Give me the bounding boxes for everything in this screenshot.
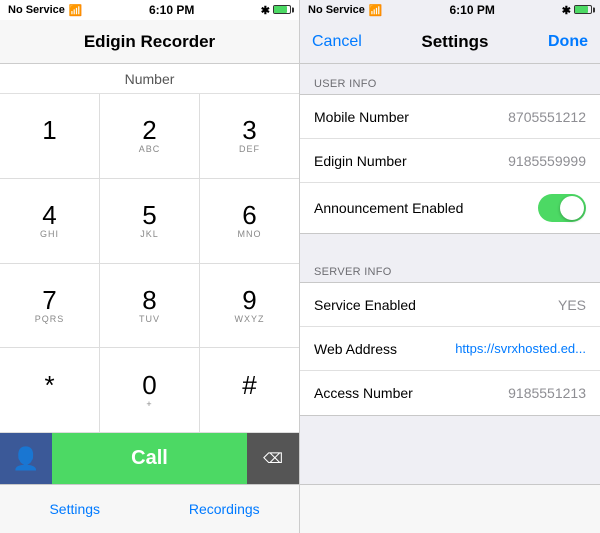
key-hash[interactable]: # (200, 348, 299, 432)
right-wifi-icon: 📶 (369, 4, 383, 17)
key-8[interactable]: 8 TUV (100, 264, 200, 348)
announcement-enabled-label: Announcement Enabled (314, 200, 463, 216)
tab-recordings[interactable]: Recordings (150, 501, 300, 517)
left-time: 6:10 PM (149, 3, 194, 17)
toggle-thumb (560, 196, 584, 220)
key-9[interactable]: 9 WXYZ (200, 264, 299, 348)
access-number-label: Access Number (314, 385, 413, 401)
dialpad-row-3: 7 PQRS 8 TUV 9 WXYZ (0, 264, 299, 349)
left-tab-bar: Settings Recordings (0, 484, 299, 533)
web-address-row: Web Address https://svrxhosted.ed... (300, 327, 600, 371)
edigin-number-row: Edigin Number 9185559999 (300, 139, 600, 183)
key-star[interactable]: * (0, 348, 100, 432)
dialpad: 1 2 ABC 3 DEF 4 GHI 5 JKL 6 MN (0, 94, 299, 432)
service-enabled-value: YES (558, 297, 586, 313)
settings-body: USER INFO Mobile Number 8705551212 Edigi… (300, 64, 600, 484)
server-info-section-header: SERVER INFO (300, 252, 600, 282)
mobile-number-label: Mobile Number (314, 109, 409, 125)
dialpad-row-2: 4 GHI 5 JKL 6 MNO (0, 179, 299, 264)
delete-button[interactable]: ⌫ (247, 433, 299, 485)
section-gap-2 (300, 416, 600, 434)
dialpad-row-4: * 0 + # (0, 348, 299, 432)
web-address-value: https://svrxhosted.ed... (455, 341, 586, 356)
right-battery-icon (574, 4, 592, 16)
left-status-right: ✱ (261, 4, 291, 17)
key-3[interactable]: 3 DEF (200, 94, 299, 178)
key-6[interactable]: 6 MNO (200, 179, 299, 263)
server-info-group: Service Enabled YES Web Address https://… (300, 282, 600, 416)
right-status-left: No Service 📶 (308, 4, 383, 17)
right-panel: No Service 📶 6:10 PM ✱ Cancel Settings D… (300, 0, 600, 533)
settings-header: Cancel Settings Done (300, 20, 600, 64)
access-number-value: 9185551213 (508, 385, 586, 401)
call-label: Call (131, 447, 168, 470)
app-header: Edigin Recorder (0, 20, 299, 64)
cancel-button[interactable]: Cancel (312, 33, 362, 51)
no-service-label: No Service (8, 4, 65, 16)
left-status-left: No Service 📶 (8, 4, 83, 17)
right-no-service-label: No Service (308, 4, 365, 16)
key-0[interactable]: 0 + (100, 348, 200, 432)
done-button[interactable]: Done (548, 33, 588, 51)
right-tab-bar (300, 484, 600, 533)
edigin-number-value: 9185559999 (508, 153, 586, 169)
call-button[interactable]: Call (52, 433, 247, 485)
key-2[interactable]: 2 ABC (100, 94, 200, 178)
mobile-number-value: 8705551212 (508, 109, 586, 125)
key-1[interactable]: 1 (0, 94, 100, 178)
right-status-bar: No Service 📶 6:10 PM ✱ (300, 0, 600, 20)
battery-icon (273, 4, 291, 16)
right-bluetooth-icon: ✱ (562, 4, 571, 17)
right-status-right: ✱ (562, 4, 592, 17)
key-7[interactable]: 7 PQRS (0, 264, 100, 348)
service-enabled-label: Service Enabled (314, 297, 416, 313)
access-number-row: Access Number 9185551213 (300, 371, 600, 415)
number-section-label: Number (0, 64, 299, 94)
mobile-number-row: Mobile Number 8705551212 (300, 95, 600, 139)
tab-settings[interactable]: Settings (0, 501, 150, 517)
contact-icon: 👤 (12, 446, 39, 472)
edigin-number-label: Edigin Number (314, 153, 407, 169)
key-4[interactable]: 4 GHI (0, 179, 100, 263)
left-status-bar: No Service 📶 6:10 PM ✱ (0, 0, 299, 20)
app-title: Edigin Recorder (84, 32, 215, 52)
announcement-toggle[interactable] (538, 194, 586, 222)
left-panel: No Service 📶 6:10 PM ✱ Edigin Recorder N… (0, 0, 300, 533)
service-enabled-row: Service Enabled YES (300, 283, 600, 327)
user-info-group: Mobile Number 8705551212 Edigin Number 9… (300, 94, 600, 234)
key-5[interactable]: 5 JKL (100, 179, 200, 263)
settings-title: Settings (421, 32, 488, 52)
web-address-label: Web Address (314, 341, 397, 357)
announcement-enabled-row: Announcement Enabled (300, 183, 600, 233)
user-info-section-header: USER INFO (300, 64, 600, 94)
bottom-action-bar: 👤 Call ⌫ (0, 432, 299, 484)
right-time: 6:10 PM (450, 3, 495, 17)
section-gap-1 (300, 234, 600, 252)
delete-icon: ⌫ (263, 450, 283, 467)
dialpad-row-1: 1 2 ABC 3 DEF (0, 94, 299, 179)
section-gap-3 (300, 434, 600, 452)
bluetooth-icon: ✱ (261, 4, 270, 17)
contacts-button[interactable]: 👤 (0, 433, 52, 485)
wifi-icon: 📶 (69, 4, 83, 17)
